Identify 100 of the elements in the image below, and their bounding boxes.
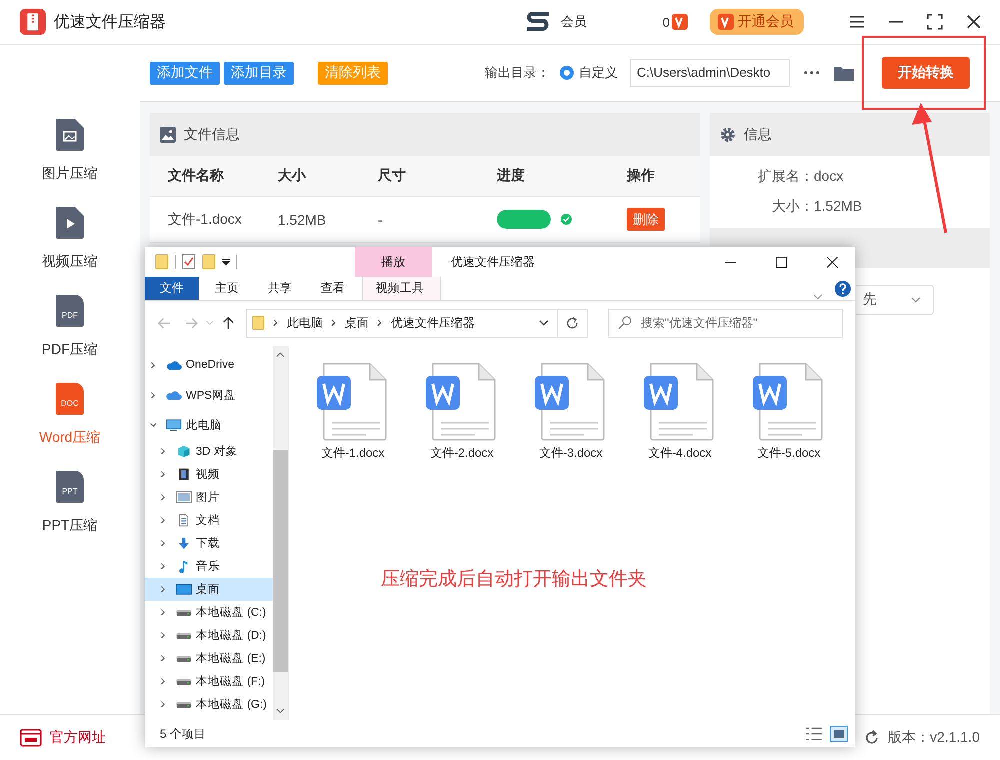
address-bar[interactable]: 此电脑 桌面 优速文件压缩器 xyxy=(246,308,588,338)
menu-icon[interactable] xyxy=(849,14,865,30)
tree-item[interactable]: 文档 xyxy=(145,509,273,532)
tree-item[interactable]: 本地磁盘 (D:) xyxy=(145,624,273,647)
radio-option[interactable]: 自定义 xyxy=(560,64,618,82)
image-file-icon xyxy=(56,119,84,151)
scroll-down-icon[interactable] xyxy=(276,708,285,714)
close-icon[interactable] xyxy=(827,256,838,268)
tree-item[interactable]: 本地磁盘 (E:) xyxy=(145,647,273,670)
website-link[interactable]: 官方网址 xyxy=(50,728,106,746)
tree-item[interactable]: 视频 xyxy=(145,463,273,486)
chevron-down-icon[interactable] xyxy=(149,420,158,430)
panel-title: 文件信息 xyxy=(184,126,240,144)
search-icon xyxy=(618,316,632,330)
scrollbar[interactable] xyxy=(273,346,288,720)
desktop-icon xyxy=(176,583,192,596)
dropdown[interactable]: 先 xyxy=(856,285,934,315)
breadcrumb-item[interactable]: 此电脑 xyxy=(287,314,323,332)
user-id: 0 xyxy=(662,14,670,30)
video-file-icon xyxy=(56,207,84,239)
chevron-right-icon[interactable] xyxy=(159,631,168,640)
fullscreen-icon[interactable] xyxy=(927,14,943,30)
chevron-right-icon[interactable] xyxy=(159,562,168,571)
document-file-icon: PPT xyxy=(56,471,84,503)
sidebar-item[interactable]: 视频压缩 xyxy=(42,207,98,271)
chevron-right-icon[interactable] xyxy=(159,585,168,594)
large-icons-view-icon[interactable] xyxy=(829,726,849,742)
details-view-icon[interactable] xyxy=(805,726,823,742)
refresh-icon[interactable] xyxy=(864,730,880,746)
folder-icon xyxy=(252,315,265,331)
chevron-down-icon[interactable] xyxy=(539,320,549,326)
table-cell-text: 1.52MB xyxy=(278,212,328,228)
ribbon-tab[interactable]: 视频工具 xyxy=(362,277,441,300)
search-field[interactable]: 搜索"优速文件压缩器" xyxy=(608,308,843,338)
output-path-field[interactable]: C:\Users\admin\Deskto xyxy=(630,59,790,87)
file-item[interactable]: 文件-2.docx xyxy=(420,362,504,462)
radio-icon[interactable] xyxy=(560,66,574,80)
chevron-right-icon[interactable] xyxy=(159,700,168,709)
chevron-right-icon[interactable] xyxy=(159,470,168,479)
sidebar-item[interactable]: PPT PPT压缩 xyxy=(42,471,98,535)
chevron-right-icon xyxy=(273,318,279,328)
tree-item[interactable]: 本地磁盘 (C:) xyxy=(145,601,273,624)
word-document-icon xyxy=(425,362,499,442)
ribbon-tab[interactable]: 查看 xyxy=(308,277,358,300)
up-arrow-icon[interactable] xyxy=(222,316,235,330)
tree-item[interactable]: OneDrive xyxy=(145,350,273,380)
more-icon[interactable] xyxy=(804,71,820,75)
gear-icon xyxy=(720,126,736,142)
word-document-icon xyxy=(643,362,717,442)
chevron-right-icon[interactable] xyxy=(159,539,168,548)
sidebar-item[interactable]: DOC Word压缩 xyxy=(39,383,101,447)
tree-item[interactable]: 本地磁盘 (G:) xyxy=(145,693,273,716)
breadcrumb-item[interactable]: 桌面 xyxy=(345,314,369,332)
tree-item[interactable]: 图片 xyxy=(145,486,273,509)
chevron-right-icon[interactable] xyxy=(159,677,168,686)
file-item[interactable]: 文件-4.docx xyxy=(638,362,722,462)
file-item[interactable]: 文件-5.docx xyxy=(747,362,831,462)
chevron-right-icon[interactable] xyxy=(159,608,168,617)
close-icon[interactable] xyxy=(966,14,982,30)
chevron-right-icon[interactable] xyxy=(159,447,168,456)
file-item[interactable]: 文件-1.docx xyxy=(311,362,395,462)
tree-item[interactable]: 音乐 xyxy=(145,555,273,578)
start-button[interactable]: 开始转换 xyxy=(882,57,970,89)
sidebar-item[interactable]: PDF PDF压缩 xyxy=(42,295,98,359)
chevron-right-icon[interactable] xyxy=(159,516,168,525)
properties-icon[interactable] xyxy=(182,254,196,270)
tree-item[interactable]: 本地磁盘 (F:) xyxy=(145,670,273,693)
ribbon-tab[interactable]: 文件 xyxy=(145,277,199,300)
delete-button[interactable]: 删除 xyxy=(627,208,665,231)
chevron-right-icon[interactable] xyxy=(149,360,158,370)
ribbon-tab[interactable]: 主页 xyxy=(202,277,252,300)
scroll-up-icon[interactable] xyxy=(276,352,285,358)
chevron-right-icon[interactable] xyxy=(159,493,168,502)
ribbon-tab[interactable]: 共享 xyxy=(255,277,305,300)
vip-badge-icon xyxy=(718,14,734,30)
breadcrumb-item[interactable]: 优速文件压缩器 xyxy=(391,314,475,332)
tree-item[interactable]: WPS网盘 xyxy=(145,380,273,410)
annotation-text: 压缩完成后自动打开输出文件夹 xyxy=(381,568,648,592)
version-text: 版本：v2.1.1.0 xyxy=(888,728,980,746)
app-logo-icon xyxy=(20,9,46,35)
tree-item[interactable]: 此电脑 xyxy=(145,410,273,440)
maximize-icon[interactable] xyxy=(776,256,787,268)
help-icon[interactable] xyxy=(835,281,851,297)
column-header: 大小 xyxy=(278,167,308,185)
column-header: 尺寸 xyxy=(378,167,407,185)
tree-item[interactable]: 3D 对象 xyxy=(145,440,273,463)
sidebar-item[interactable]: 图片压缩 xyxy=(42,119,98,183)
tree-item[interactable]: 桌面 xyxy=(145,578,273,601)
chevron-right-icon[interactable] xyxy=(149,390,158,400)
dropdown-arrow-icon[interactable] xyxy=(222,258,230,266)
tree-item[interactable]: 下载 xyxy=(145,532,273,555)
cloud-icon xyxy=(166,388,182,402)
column-header: 操作 xyxy=(627,167,656,185)
column-header: 文件名称 xyxy=(168,167,225,185)
file-item[interactable]: 文件-3.docx xyxy=(529,362,613,462)
cube-icon xyxy=(176,445,192,458)
app-title: 优速文件压缩器 xyxy=(54,12,166,32)
folder-icon[interactable] xyxy=(834,65,854,81)
chevron-right-icon[interactable] xyxy=(159,654,168,663)
refresh-icon[interactable] xyxy=(566,316,579,330)
